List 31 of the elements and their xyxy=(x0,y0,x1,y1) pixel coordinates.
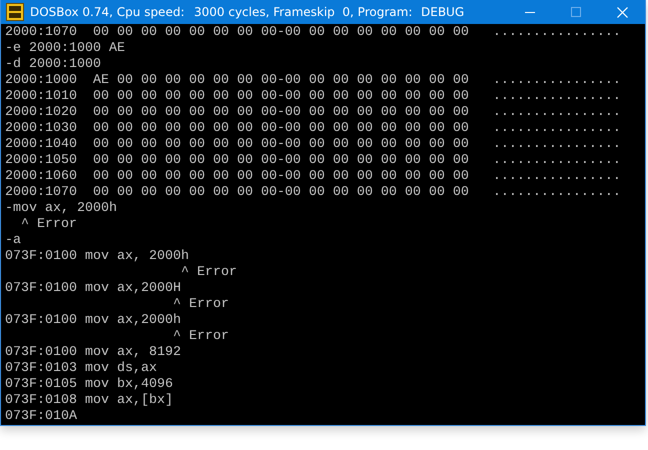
console-line: 073F:0100 mov ax,2000h xyxy=(5,313,181,329)
console-line: 2000:1040 00 00 00 00 00 00 00 00-00 00 00 00 00 00 00 00 ................ xyxy=(5,137,621,153)
console-line: -a xyxy=(5,233,21,249)
console-line: ^ Error xyxy=(172,297,229,313)
console-line: -e 2000:1000 AE xyxy=(5,41,125,57)
console-line: 073F:0100 mov ax,2000H xyxy=(5,281,181,297)
console-line: ^ Error xyxy=(180,265,237,281)
console-line: 073F:0108 mov ax,[bx] xyxy=(5,393,173,409)
console-line: -mov ax, 2000h xyxy=(5,201,117,217)
console-line: ^ Error xyxy=(172,329,229,345)
console-line: 2000:1070 00 00 00 00 00 00 00 00-00 00 00 00 00 00 00 00 ................ xyxy=(5,185,621,201)
console-line: ^ Error xyxy=(20,217,77,233)
console-line: -d 2000:1000 xyxy=(5,57,101,73)
console-line: 2000:1000 AE 00 00 00 00 00 00 00-00 00 00 00 00 00 00 00 ................ xyxy=(5,73,621,89)
console-line: 073F:0103 mov ds,ax xyxy=(5,361,157,377)
close-icon xyxy=(616,6,628,18)
console-line: 2000:1070 00 00 00 00 00 00 00 00-00 00 00 00 00 00 00 00 ................ xyxy=(5,25,621,41)
console-line: 2000:1020 00 00 00 00 00 00 00 00-00 00 00 00 00 00 00 00 ................ xyxy=(5,105,621,121)
window-title: DEBUG xyxy=(421,5,466,19)
console-line: 073F:010A xyxy=(5,409,77,425)
maximize-icon xyxy=(571,7,581,17)
console-line: 2000:1060 00 00 00 00 00 00 00 00-00 00 00 00 00 00 00 00 ................ xyxy=(5,169,621,185)
console-line: 073F:0100 mov ax, 8192 xyxy=(5,345,181,361)
window-title: DOSBox 0.74, Cpu speed: xyxy=(30,5,186,19)
console-line: 2000:1010 00 00 00 00 00 00 00 00-00 00 00 00 00 00 00 00 ................ xyxy=(5,89,621,105)
console-line: 2000:1030 00 00 00 00 00 00 00 00-00 00 00 00 00 00 00 00 ................ xyxy=(5,121,621,137)
console-line: 2000:1050 00 00 00 00 00 00 00 00-00 00 00 00 00 00 00 00 ................ xyxy=(5,153,621,169)
console-line: 073F:0105 mov bx,4096 xyxy=(5,377,173,393)
console-line: 073F:0100 mov ax, 2000h xyxy=(5,249,189,265)
window-title: 3000 cycles, Frameskip 0, Program: xyxy=(194,5,414,19)
app-icon xyxy=(6,3,24,21)
